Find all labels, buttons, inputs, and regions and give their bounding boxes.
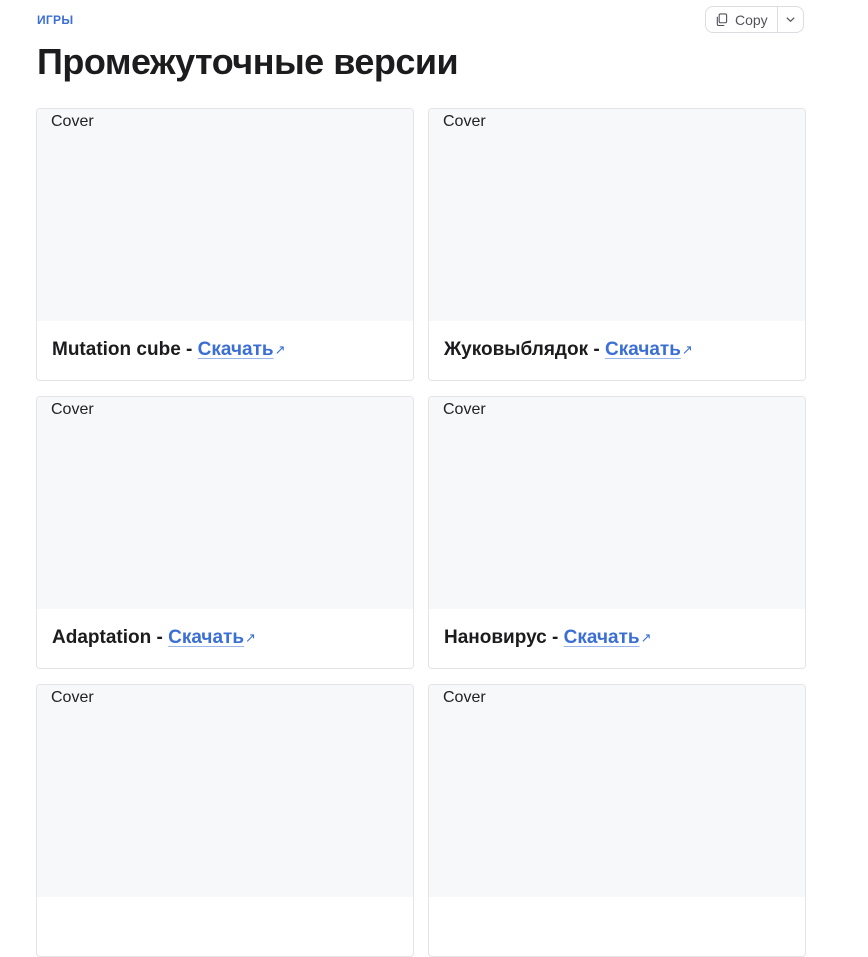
cover-alt-label: Cover [51,113,94,130]
copy-icon [716,13,728,26]
download-link[interactable]: Скачать [605,339,681,360]
cover-alt-label: Cover [51,689,94,706]
download-link[interactable]: Скачать [168,627,244,648]
external-link-icon: ↗ [640,630,652,645]
external-link-icon: ↗ [245,630,256,645]
copy-button[interactable]: Copy [706,7,777,32]
copy-button-group: Copy [705,6,804,33]
card-separator: - [180,339,198,360]
cover-alt-label: Cover [443,401,486,418]
broken-image-icon [37,690,51,706]
card-grid: Cover Mutation cube - Скачать↗ Cover Жук… [36,108,806,957]
cover-image: Cover [37,109,413,321]
card-title: Mutation cube [52,339,181,360]
broken-image-icon [37,402,51,418]
broken-image-icon [429,402,443,418]
cover-alt-text: Cover [37,113,94,131]
cover-image: Cover [429,685,805,897]
game-card: Cover [428,684,806,957]
cover-alt-label: Cover [51,401,94,418]
card-caption: Mutation cube - Скачать↗ [52,339,286,361]
cover-alt-text: Cover [429,689,486,707]
cover-image: Cover [429,397,805,609]
card-separator: - [546,627,564,648]
chevron-down-icon [786,17,795,23]
cover-image: Cover [429,109,805,321]
card-title: Жуковыблядок [444,339,589,360]
cover-alt-text: Cover [429,113,486,131]
game-card: Cover [36,684,414,957]
game-card: Cover Нановирус - Скачать↗ [428,396,806,669]
broken-image-icon [429,114,443,130]
game-card: Cover Adaptation - Скачать↗ [36,396,414,669]
cover-alt-label: Cover [443,113,486,130]
game-card: Cover Mutation cube - Скачать↗ [36,108,414,381]
external-link-icon: ↗ [274,342,286,357]
download-link[interactable]: Скачать [564,627,640,648]
broken-image-icon [429,690,443,706]
copy-button-label: Copy [735,11,768,28]
external-link-icon: ↗ [681,342,693,357]
card-title: Adaptation [52,627,152,648]
cover-image: Cover [37,685,413,897]
cover-alt-text: Cover [37,689,94,707]
game-card: Cover Жуковыблядок - Скачать↗ [428,108,806,381]
card-separator: - [588,339,605,360]
broken-image-icon [37,114,51,130]
cover-image: Cover [37,397,413,609]
card-caption: Adaptation - Скачать↗ [52,627,256,649]
cover-alt-text: Cover [429,401,486,419]
copy-options-button[interactable] [777,7,803,32]
download-link[interactable]: Скачать [198,339,274,360]
cover-alt-label: Cover [443,689,486,706]
card-title: Нановирус [444,627,547,648]
cover-alt-text: Cover [37,401,94,419]
breadcrumb[interactable]: ИГРЫ [37,13,73,27]
card-caption: Нановирус - Скачать↗ [444,627,651,649]
page-title: Промежуточные версии [37,41,459,82]
card-caption: Жуковыблядок - Скачать↗ [444,339,693,361]
card-separator: - [151,627,169,648]
